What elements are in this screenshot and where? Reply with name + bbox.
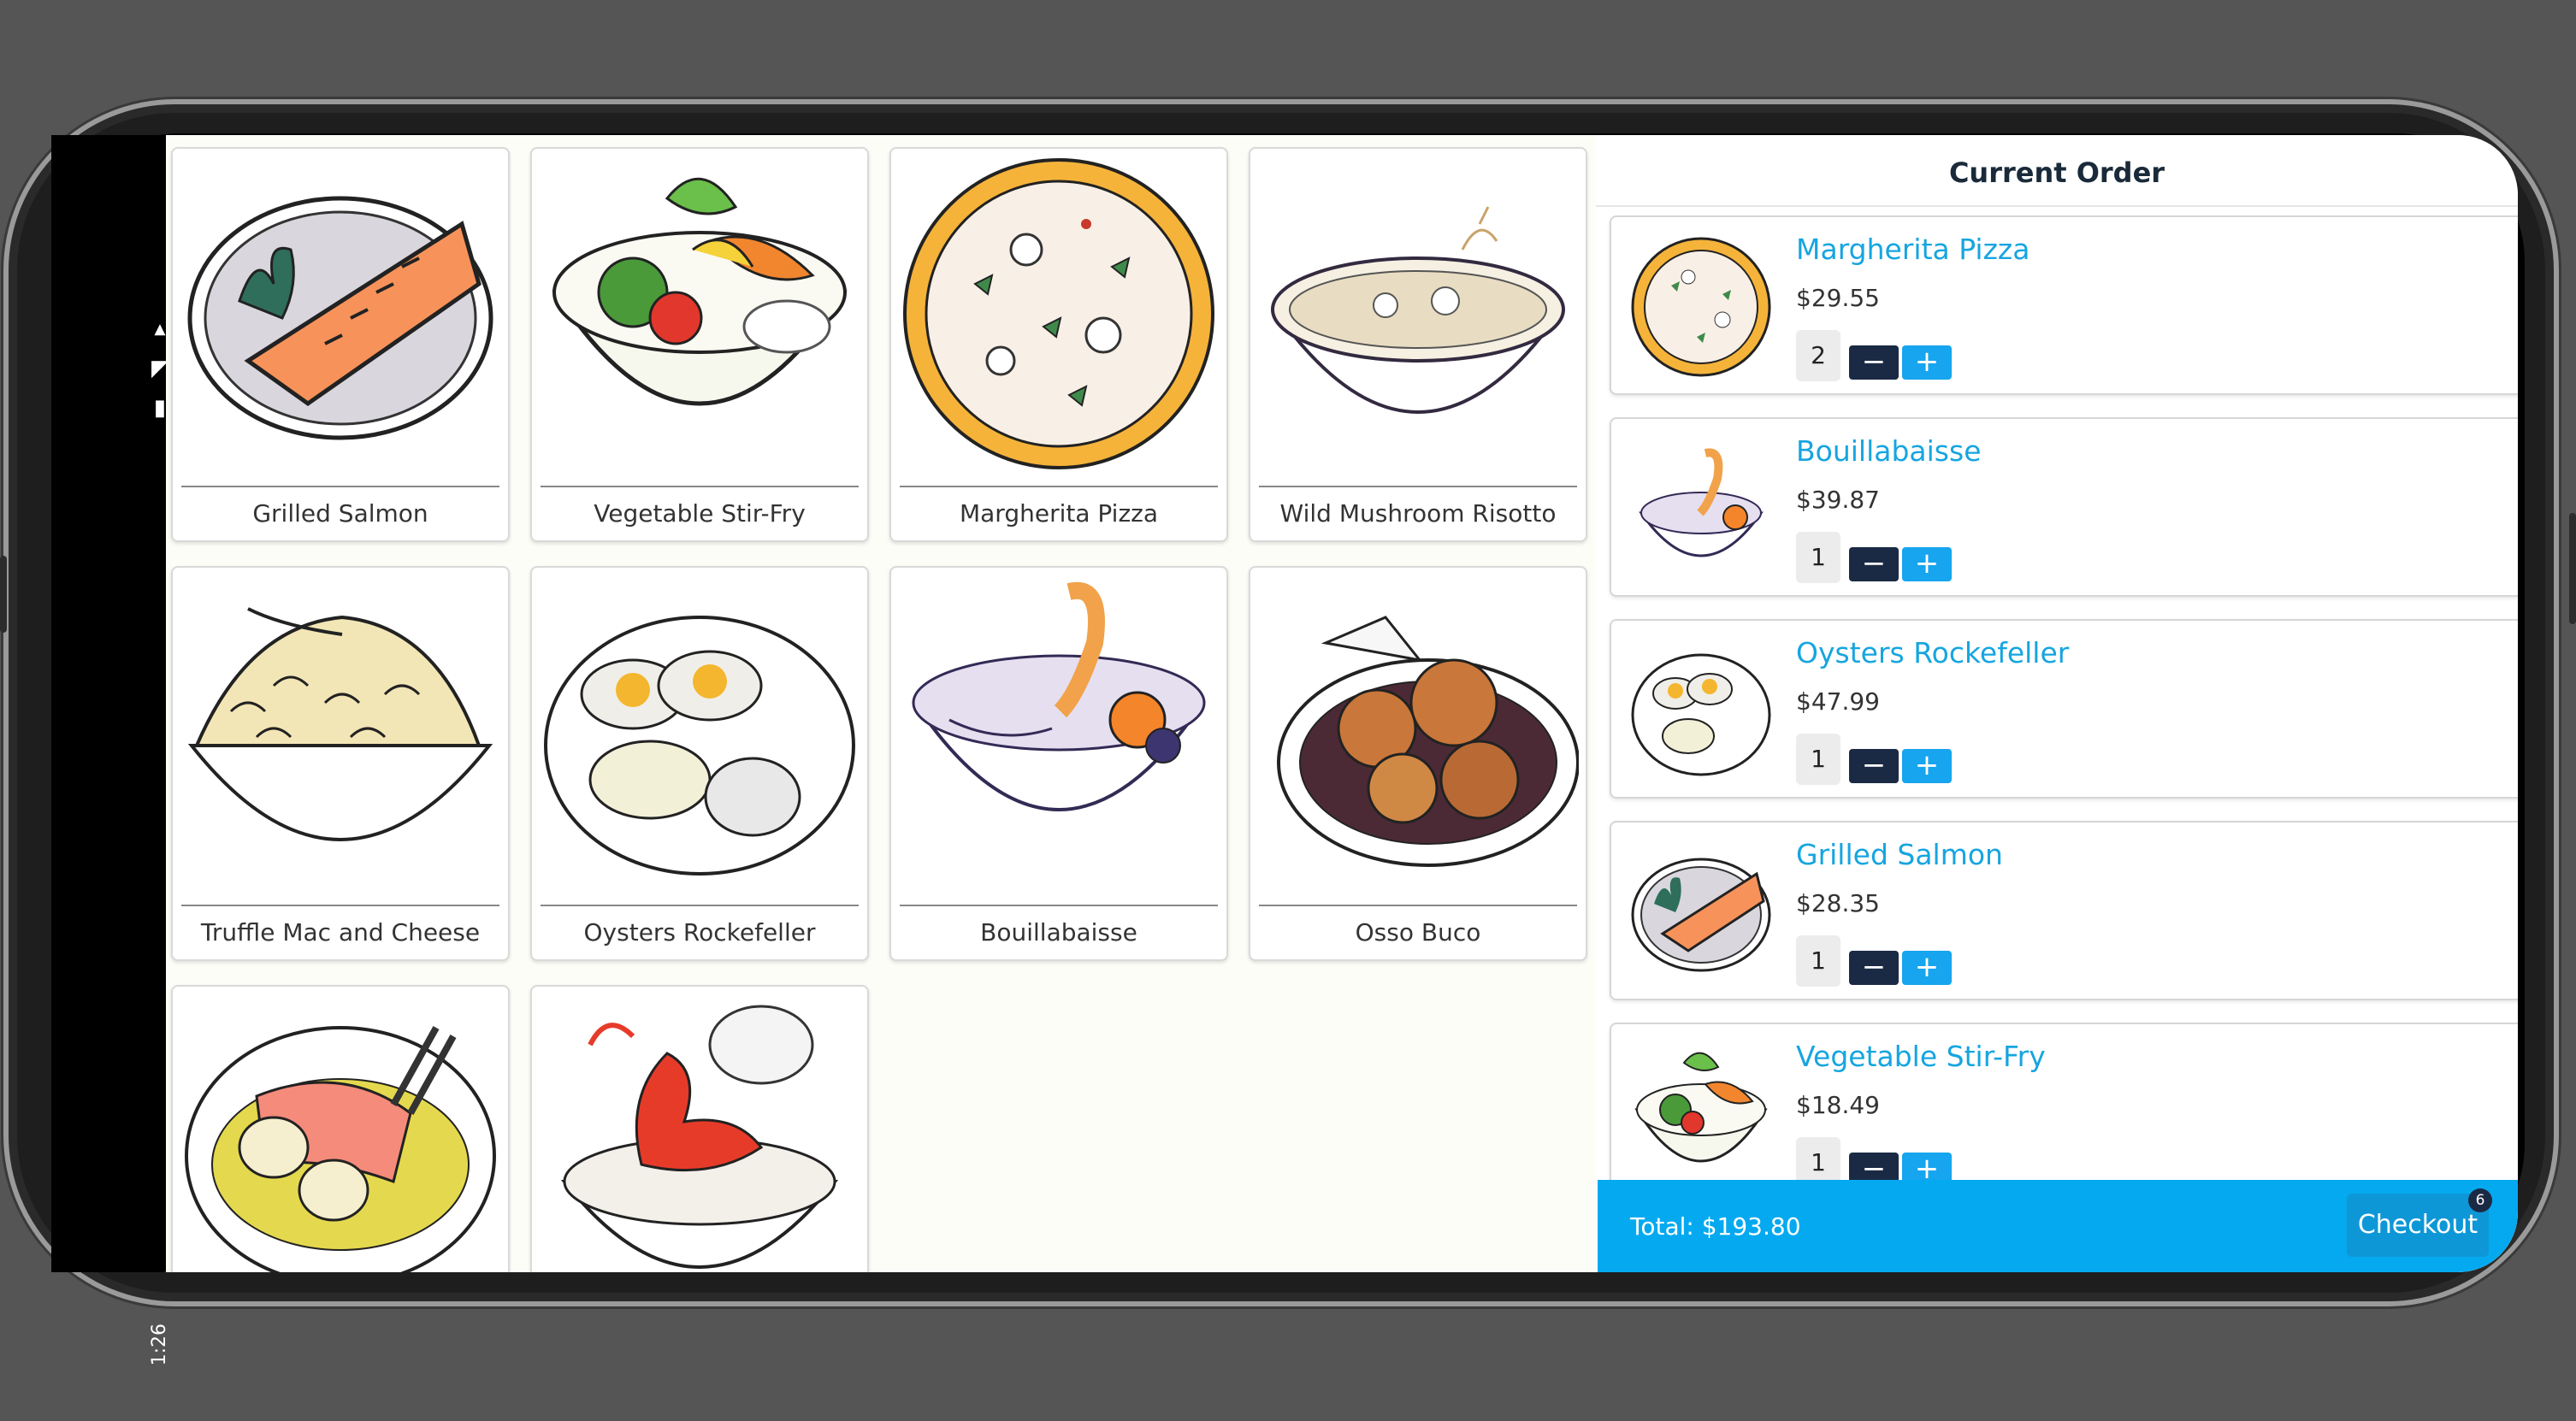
checkout-label: Checkout <box>2357 1210 2479 1240</box>
order-item: Vegetable Stir-Fry $18.49 1 − + <box>1610 1023 2518 1202</box>
quantity-value: 1 <box>1796 532 1840 583</box>
increase-quantity-button[interactable]: + <box>1902 749 1952 783</box>
menu-item-card[interactable]: Vegetable Stir-Fry <box>530 147 869 542</box>
wild-mushroom-risotto-image <box>1271 206 1565 414</box>
increase-quantity-button[interactable]: + <box>1902 345 1952 380</box>
card-divider <box>181 486 499 487</box>
menu-item-name: Osso Buco <box>1355 918 1481 946</box>
menu-item-name: Oysters Rockefeller <box>583 918 816 946</box>
app-screen: Grilled Salmon Vegetable Stir-Fry Marghe… <box>166 135 2518 1272</box>
card-divider <box>900 905 1218 906</box>
power-button <box>2569 513 2576 624</box>
order-item-price: $39.87 <box>1796 486 1880 514</box>
lobster-bisque-image <box>560 1005 839 1269</box>
volume-button <box>0 556 7 633</box>
vegetable-stir-fry-image <box>552 177 848 406</box>
status-time: 1:26 <box>149 1324 170 1366</box>
card-divider <box>900 486 1218 487</box>
card-divider <box>541 486 859 487</box>
menu-item-card[interactable]: Grilled Salmon <box>171 147 510 542</box>
order-item-name: Vegetable Stir-Fry <box>1796 1040 2046 1073</box>
order-title: Current Order <box>1948 156 2165 189</box>
current-order-panel: Current Order Margherita Pizza $29.55 2 … <box>1596 135 2518 1272</box>
menu-item-name: Bouillabaisse <box>980 918 1137 946</box>
order-total: Total: $193.80 <box>1630 1212 1801 1241</box>
bouillabaisse-image <box>912 581 1206 811</box>
increase-quantity-button[interactable]: + <box>1902 951 1952 985</box>
menu-item-card[interactable]: Margherita Pizza <box>889 147 1228 542</box>
menu-item-name: Vegetable Stir-Fry <box>594 499 806 528</box>
item-count-badge: 6 <box>2468 1188 2492 1212</box>
bouillabaisse-thumb <box>1639 448 1764 557</box>
menu-item-name: Wild Mushroom Risotto <box>1279 499 1557 528</box>
vegetable-stir-fry-thumb <box>1634 1052 1768 1163</box>
order-item-name: Grilled Salmon <box>1796 838 2003 871</box>
margherita-pizza-image <box>903 158 1214 469</box>
margherita-pizza-thumb <box>1631 237 1771 377</box>
order-item-price: $29.55 <box>1796 284 1880 312</box>
decrease-quantity-button[interactable]: − <box>1849 951 1899 985</box>
grilled-salmon-image <box>187 196 493 440</box>
order-item-name: Margherita Pizza <box>1796 233 2030 266</box>
order-item: Oysters Rockefeller $47.99 1 − + <box>1610 619 2518 799</box>
salmon-sashimi-image <box>185 1026 496 1272</box>
quantity-value: 1 <box>1796 935 1840 987</box>
osso-buco-image <box>1277 616 1579 867</box>
increase-quantity-button[interactable]: + <box>1902 547 1952 581</box>
quantity-value: 2 <box>1796 330 1840 381</box>
menu-item-card[interactable]: Osso Buco <box>1249 566 1587 961</box>
menu-item-card[interactable]: Wild Mushroom Risotto <box>1249 147 1587 542</box>
order-item-price: $47.99 <box>1796 687 1880 716</box>
decrease-quantity-button[interactable]: − <box>1849 547 1899 581</box>
menu-item-name: Truffle Mac and Cheese <box>200 918 481 946</box>
menu-item-card[interactable] <box>171 985 510 1272</box>
order-item-price: $18.49 <box>1796 1091 1880 1119</box>
card-divider <box>541 905 859 906</box>
status-bar: ▮ ◢ ▾ 1:26 <box>51 135 173 1365</box>
oysters-rockefeller-thumb <box>1631 653 1771 776</box>
truffle-mac-and-cheese-image <box>187 607 493 841</box>
decrease-quantity-button[interactable]: − <box>1849 345 1899 380</box>
card-divider <box>1259 486 1577 487</box>
menu-item-name: Grilled Salmon <box>252 499 428 528</box>
menu-item-card[interactable] <box>530 985 869 1272</box>
grilled-salmon-thumb <box>1631 858 1771 972</box>
order-item: Grilled Salmon $28.35 1 − + <box>1610 821 2518 1000</box>
order-item: Margherita Pizza $29.55 2 − + <box>1610 215 2518 395</box>
menu-item-card[interactable]: Bouillabaisse <box>889 566 1228 961</box>
order-item-name: Bouillabaisse <box>1796 434 1982 468</box>
menu-grid: Grilled Salmon Vegetable Stir-Fry Marghe… <box>171 147 1591 1272</box>
header-divider <box>1596 205 2518 207</box>
order-footer: Total: $193.80 Checkout 6 <box>1598 1180 2518 1272</box>
order-item: Bouillabaisse $39.87 1 − + <box>1610 417 2518 597</box>
quantity-value: 1 <box>1796 734 1840 785</box>
order-item-name: Oysters Rockefeller <box>1796 636 2070 669</box>
card-divider <box>1259 905 1577 906</box>
card-divider <box>181 905 499 906</box>
oysters-rockefeller-image <box>544 616 855 876</box>
menu-item-name: Margherita Pizza <box>959 499 1158 528</box>
checkout-button[interactable]: Checkout 6 <box>2347 1188 2492 1257</box>
menu-item-card[interactable]: Oysters Rockefeller <box>530 566 869 961</box>
decrease-quantity-button[interactable]: − <box>1849 749 1899 783</box>
menu-item-card[interactable]: Truffle Mac and Cheese <box>171 566 510 961</box>
order-item-price: $28.35 <box>1796 889 1880 917</box>
